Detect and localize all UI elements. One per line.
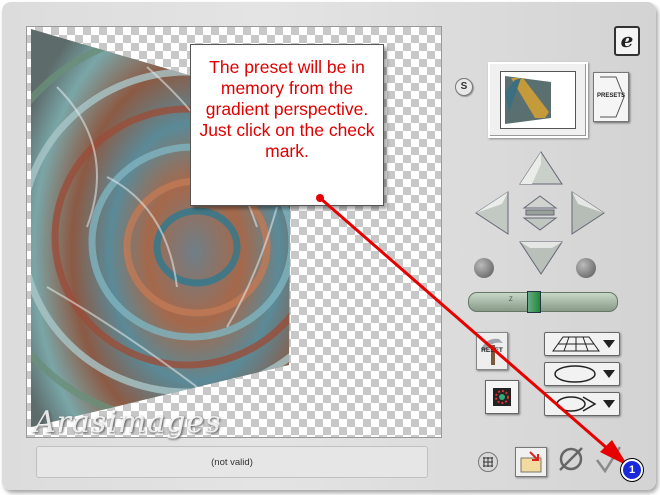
presets-button[interactable]: PRESETS: [593, 72, 629, 122]
ellipse-icon: [554, 365, 596, 383]
arrow-right-icon[interactable]: [570, 190, 606, 236]
callout-text: The preset will be in memory from the gr…: [199, 57, 375, 161]
color-swatch-button[interactable]: [485, 380, 519, 414]
preset-thumbnail[interactable]: [488, 62, 588, 138]
status-bar: (not valid): [36, 446, 428, 478]
open-file-icon: [520, 451, 542, 473]
status-text: (not valid): [211, 456, 253, 468]
instruction-callout: The preset will be in memory from the gr…: [190, 44, 384, 206]
arrow-left-icon[interactable]: [474, 190, 510, 236]
open-file-button[interactable]: [515, 447, 547, 477]
center-icon[interactable]: [522, 194, 558, 232]
sync-button[interactable]: S: [455, 78, 473, 96]
grid-icon[interactable]: [478, 452, 498, 472]
arrow-down-icon[interactable]: [518, 240, 564, 276]
slider-thumb[interactable]: [527, 291, 541, 313]
slider-scale: Z M: [509, 297, 537, 303]
perspective-grid-dropdown[interactable]: [544, 332, 620, 356]
ellipse-dropdown[interactable]: [544, 362, 620, 386]
perspective-grid-icon: [552, 336, 600, 352]
app-logo[interactable]: e: [614, 26, 640, 56]
loop-icon: [556, 396, 597, 412]
rotate-left-icon[interactable]: [474, 258, 494, 278]
zoom-slider[interactable]: Z M: [468, 291, 618, 313]
thumbnail-image: [500, 71, 576, 129]
presets-label: PRESETS: [596, 93, 625, 99]
chevron-down-icon: [603, 400, 615, 408]
rotate-right-icon[interactable]: [576, 258, 596, 278]
check-icon[interactable]: [594, 444, 622, 474]
reset-button[interactable]: RESET: [476, 332, 508, 370]
cancel-icon[interactable]: [556, 444, 586, 474]
chevron-down-icon: [603, 340, 615, 348]
step-badge: 1: [621, 459, 643, 481]
chevron-down-icon: [603, 370, 615, 378]
watermark: Arasimages: [34, 405, 222, 440]
loop-dropdown[interactable]: [544, 392, 620, 416]
arrow-up-icon[interactable]: [518, 150, 564, 186]
reset-label: RESET: [481, 347, 503, 354]
